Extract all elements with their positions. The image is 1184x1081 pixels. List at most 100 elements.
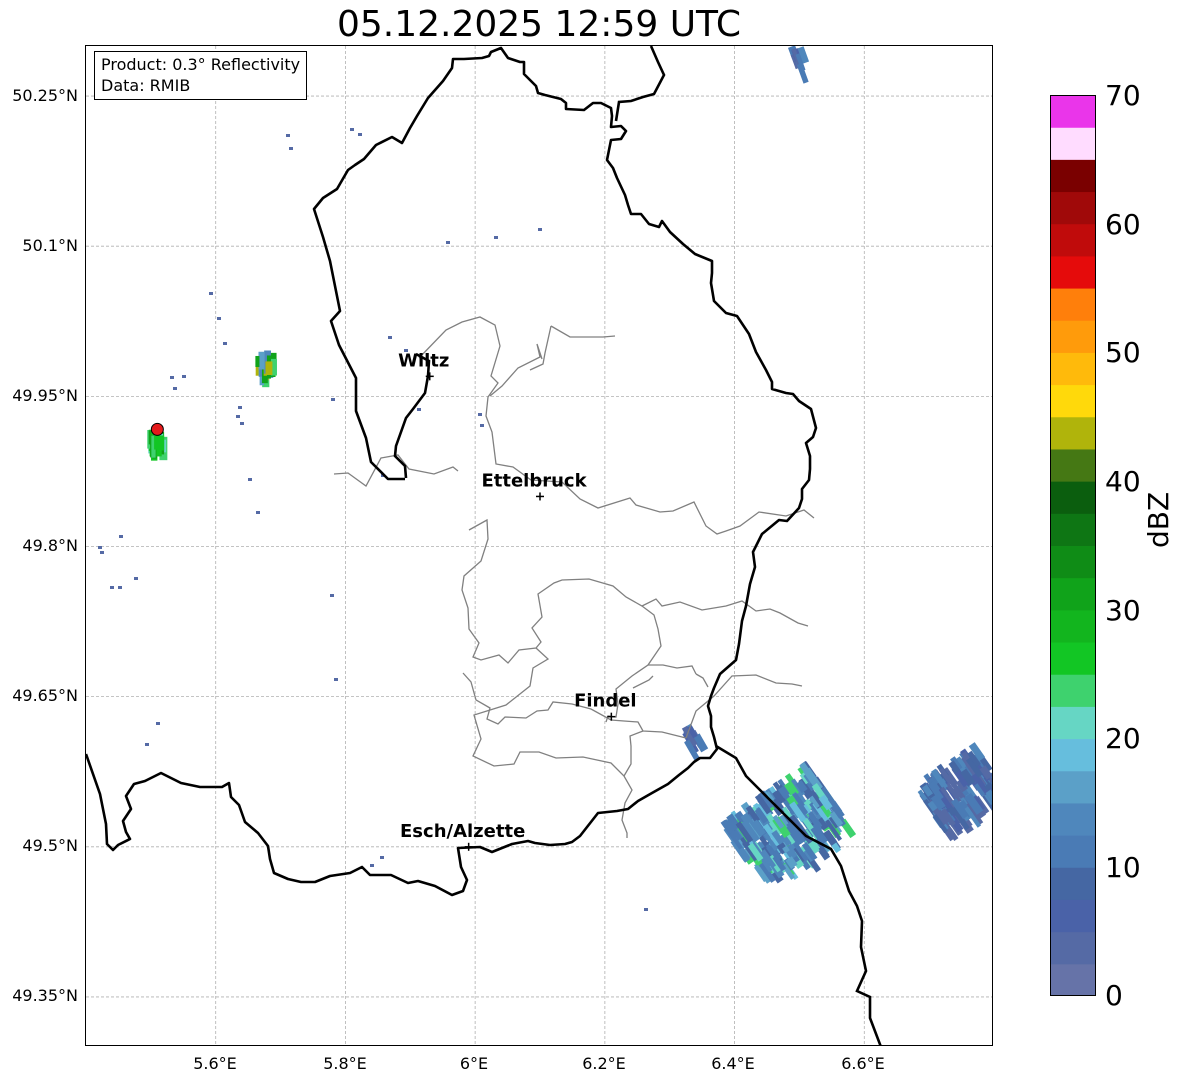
colorbar-segment [1050,899,1096,933]
colorbar-segment [1050,642,1096,675]
colorbar-segment [1050,706,1096,740]
lat-label: 49.8°N [22,536,78,555]
colorbar-segment [1050,384,1096,418]
city-label: Findel [574,691,637,712]
city-markers: Wiltz Ettelbruck Findel Esch/Alzette [398,350,637,851]
echo-cluster [917,742,992,842]
echo-cell [182,375,186,378]
colorbar-segment [1050,127,1096,160]
colorbar-tick: 10 [1105,851,1141,884]
colorbar-segment [1050,288,1096,321]
colorbar-segment [1050,963,1096,996]
city-label: Wiltz [398,350,449,371]
echo-cell [256,511,260,514]
colorbar-segment [1050,191,1096,225]
lon-label: 5.8°E [323,1054,367,1073]
colorbar-tick: 40 [1105,465,1141,498]
echo-cell [145,743,149,746]
colorbar-tick: 30 [1105,594,1141,627]
echo-cell [173,387,177,390]
lon-label: 6.4°E [711,1054,755,1073]
echo-cell [644,908,648,911]
outer-border [393,46,882,1045]
lat-label: 49.5°N [22,836,78,855]
colorbar-segment [1050,835,1096,868]
echo-cell [156,722,160,725]
echo-cell [350,128,354,131]
colorbar-tick: 70 [1105,79,1141,112]
echo-cell [154,435,162,450]
echo-cell [480,424,484,427]
lon-label: 6.6°E [841,1054,885,1073]
lat-label: 50.25°N [12,86,78,105]
echo-cluster [255,350,277,388]
colorbar-segment [1050,577,1096,611]
echo-cell [331,398,335,401]
colorbar-segment [1050,674,1096,707]
echo-cell [240,422,244,425]
colorbar-segment [1050,255,1096,289]
map-title: 05.12.2025 12:59 UTC [336,4,742,45]
echo-cell [289,147,293,150]
colorbar-segment [1050,802,1096,836]
echo-cluster [681,723,709,762]
colorbar-tick: 0 [1105,979,1123,1012]
echo-cell [170,376,174,379]
city-label: Ettelbruck [481,470,587,491]
lat-label: 50.1°N [22,236,78,255]
colorbar-segment [1050,738,1096,772]
colorbar-segment [1050,352,1096,386]
colorbar-tick: 20 [1105,722,1141,755]
gridlines [86,46,992,1045]
echo-cell [217,317,221,320]
colorbar-segment [1050,481,1096,514]
lat-label: 49.35°N [12,986,78,1005]
lon-label: 6°E [459,1054,489,1073]
echo-cell [358,133,362,136]
radar-site [150,422,164,436]
product-label: Product: 0.3° Reflectivity [101,55,301,74]
lon-label: 6.2°E [582,1054,626,1073]
echo-cell [334,678,338,681]
colorbar-segment [1050,320,1096,353]
colorbar-segment [1050,867,1096,900]
echo-cell [236,415,240,418]
radar-site-marker [150,422,164,436]
colorbar-segment [1050,416,1096,450]
echo-cell [209,292,213,295]
radar-map-svg: Wiltz Ettelbruck Findel Esch/Alzette [86,46,992,1045]
colorbar-segment [1050,931,1096,965]
city-label: Esch/Alzette [400,821,525,842]
national-border [86,46,818,897]
echo-cell [380,856,384,859]
colorbar-segment [1050,513,1096,546]
echo-cell [286,134,290,137]
colorbar-tick: 50 [1105,336,1141,369]
echo-cell [248,478,252,481]
colorbar-segment [1050,95,1096,128]
echo-cell [446,241,450,244]
product-info-box: Product: 0.3° Reflectivity Data: RMIB [94,51,308,100]
echo-cell [223,342,227,345]
echo-cell [98,546,102,549]
colorbar-segment [1050,770,1096,804]
echo-cell [255,355,260,367]
lat-label: 49.95°N [12,386,78,405]
echo-cell [417,408,421,411]
echo-cell [118,586,122,589]
echo-cell [388,336,392,339]
canton-borders [333,316,815,838]
echo-cell [538,228,542,231]
echo-cell [100,551,104,554]
colorbar-segment [1050,545,1096,579]
colorbar-unit: dBZ [1142,491,1175,548]
data-source-label: Data: RMIB [101,76,191,95]
echo-cluster [720,760,857,884]
colorbar-segment [1050,609,1096,643]
colorbar-segment [1050,159,1096,193]
echo-cell [478,413,482,416]
echo-cell [265,361,273,376]
echo-cell [110,586,114,589]
map-panel: Wiltz Ettelbruck Findel Esch/Alzette [85,45,993,1046]
echo-cell [494,236,498,239]
